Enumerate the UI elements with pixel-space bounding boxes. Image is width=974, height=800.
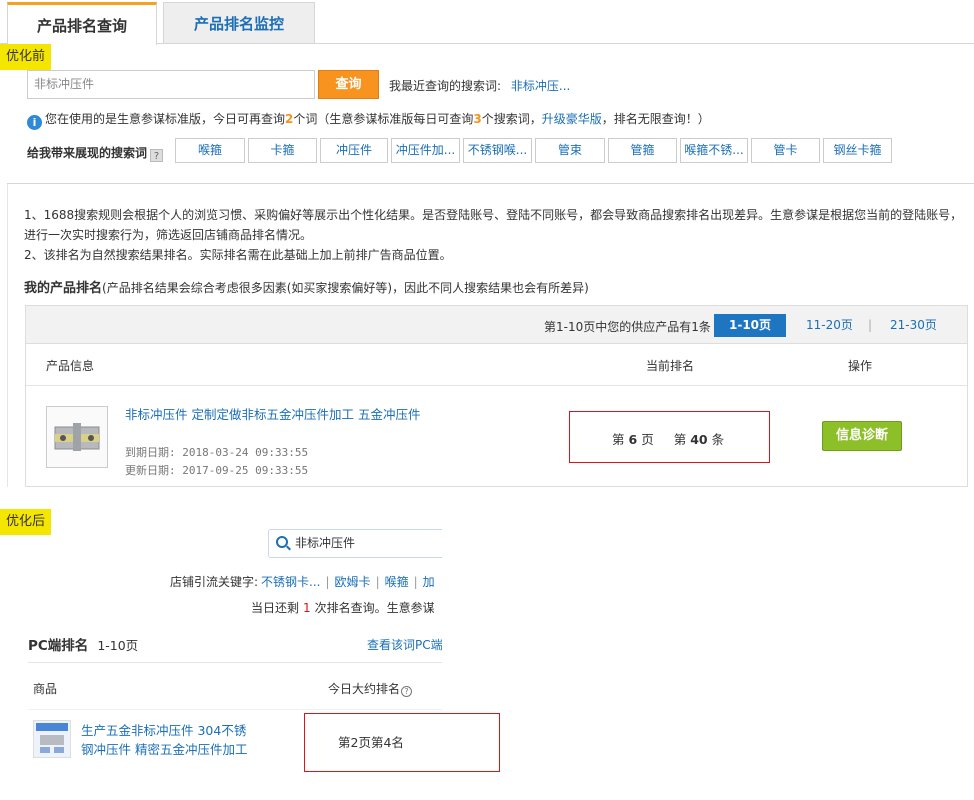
keyword-chip[interactable]: 管束 bbox=[535, 138, 605, 163]
before-tag: 优化前 bbox=[0, 44, 52, 70]
keyword-chip[interactable]: 管箍 bbox=[608, 138, 677, 163]
col-current-rank: 当前排名 bbox=[646, 359, 695, 373]
my-rank-title: 我的产品排名 bbox=[24, 281, 103, 296]
highlight-box-after bbox=[304, 713, 500, 772]
rank-table: 第1-10页中您的供应产品有1条 1-10页 11-20页 | 21-30页 产… bbox=[25, 305, 968, 487]
expire-label: 到期日期: bbox=[125, 446, 176, 459]
shop-keyword-link[interactable]: 加 bbox=[423, 575, 435, 589]
quota-text-3: 个搜索词， bbox=[481, 112, 542, 126]
rank-table-header: 产品信息 当前排名 操作 bbox=[26, 344, 967, 386]
product-title-line-1: 生产五金非标冲压件 304不锈 bbox=[81, 723, 247, 738]
info-icon: i bbox=[27, 115, 42, 130]
keyword-chip[interactable]: 喉箍 bbox=[175, 138, 245, 163]
quota-info: i 您在使用的是生意参谋标准版，今日可再查询2个词（生意参谋标准版每日可查询3个搜… bbox=[27, 110, 710, 130]
result-summary: 第1-10页中您的供应产品有1条 bbox=[544, 320, 711, 334]
view-pc-link[interactable]: 查看该词PC端 bbox=[367, 636, 442, 653]
shop-keyword-link[interactable]: 不锈钢卡... bbox=[261, 575, 320, 589]
tab-bar: 产品排名查询 产品排名监控 bbox=[0, 0, 974, 45]
product-title-after[interactable]: 生产五金非标冲压件 304不锈 钢冲压件 精密五金冲压件加工 bbox=[81, 721, 247, 759]
keywords-label: 给我带来展现的搜索词? bbox=[27, 144, 164, 162]
col-product-info: 产品信息 bbox=[46, 359, 95, 373]
search-input[interactable]: 非标冲压件 bbox=[27, 70, 315, 99]
page-21-30-link[interactable]: 21-30页 bbox=[890, 314, 937, 337]
keyword-chip[interactable]: 冲压件加... bbox=[391, 138, 460, 163]
divider bbox=[28, 709, 442, 710]
shop-keywords-label: 店铺引流关键字: bbox=[170, 575, 259, 589]
product-thumbnail-after[interactable] bbox=[33, 720, 71, 758]
col-today-rank-label: 今日大约排名 bbox=[328, 682, 401, 696]
note-1: 1、1688搜索规则会根据个人的浏览习惯、采购偏好等展示出个性化结果。是否登陆账… bbox=[24, 208, 963, 242]
quota-text-4: ，排名无限查询！） bbox=[601, 112, 710, 126]
kw-separator: | bbox=[375, 575, 380, 589]
quota-count-2: 3 bbox=[473, 112, 482, 126]
pc-rank-pages: 1-10页 bbox=[97, 638, 139, 653]
update-date: 更新日期: 2017-09-25 09:33:55 bbox=[125, 462, 308, 480]
col-today-rank: 今日大约排名? bbox=[328, 680, 413, 697]
search-button[interactable]: 查询 bbox=[318, 70, 379, 99]
keyword-chip[interactable]: 钢丝卡箍 bbox=[823, 138, 892, 163]
recent-label: 我最近查询的搜索词: bbox=[389, 79, 502, 93]
remain-prefix: 当日还剩 bbox=[251, 601, 300, 615]
keyword-chip[interactable]: 管卡 bbox=[751, 138, 820, 163]
kw-separator: | bbox=[325, 575, 330, 589]
shop-keywords: 店铺引流关键字: 不锈钢卡... | 欧姆卡 | 喉箍 | 加 bbox=[170, 573, 442, 590]
kw-separator: | bbox=[413, 575, 418, 589]
page-11-20-link[interactable]: 11-20页 bbox=[806, 314, 853, 337]
product-image-icon bbox=[36, 723, 68, 753]
expire-date: 到期日期: 2018-03-24 09:33:55 bbox=[125, 444, 308, 462]
diagnose-button[interactable]: 信息诊断 bbox=[822, 421, 902, 451]
expire-value: 2018-03-24 09:33:55 bbox=[182, 446, 309, 459]
remain-count: 1 bbox=[303, 601, 311, 615]
recent-search: 我最近查询的搜索词: 非标冲压... bbox=[389, 77, 570, 94]
search-input-after[interactable]: 非标冲压件 bbox=[268, 529, 442, 558]
product-title-line-2: 钢冲压件 精密五金冲压件加工 bbox=[81, 742, 248, 757]
rank-table-toolbar: 第1-10页中您的供应产品有1条 1-10页 11-20页 | 21-30页 bbox=[26, 306, 967, 344]
help-icon[interactable]: ? bbox=[401, 686, 413, 697]
shop-keyword-link[interactable]: 喉箍 bbox=[385, 575, 409, 589]
col-product: 商品 bbox=[33, 682, 58, 696]
pc-rank-title: PC端排名 bbox=[28, 638, 89, 654]
shop-keyword-link[interactable]: 欧姆卡 bbox=[335, 575, 371, 589]
keyword-chip[interactable]: 喉箍不锈... bbox=[680, 138, 748, 163]
my-rank-note: (产品排名结果会综合考虑很多因素(如买家搜索偏好等)，因此不同人搜索结果也会有所… bbox=[102, 281, 589, 295]
recent-keyword-link[interactable]: 非标冲压... bbox=[511, 79, 570, 93]
update-value: 2017-09-25 09:33:55 bbox=[182, 464, 309, 477]
product-title-link[interactable]: 非标冲压件 定制定做非标五金冲压件加工 五金冲压件 bbox=[125, 404, 420, 423]
keywords-label-text: 给我带来展现的搜索词 bbox=[27, 146, 148, 160]
keyword-chip[interactable]: 卡箍 bbox=[248, 138, 317, 163]
keyword-chip[interactable]: 冲压件 bbox=[320, 138, 388, 163]
tab-product-rank-monitor[interactable]: 产品排名监控 bbox=[163, 2, 315, 44]
upgrade-link[interactable]: 升级豪华版 bbox=[542, 112, 602, 126]
page-separator: | bbox=[868, 318, 873, 332]
pc-rank-heading: PC端排名 1-10页 bbox=[28, 634, 138, 654]
keyword-chip[interactable]: 不锈钢喉... bbox=[463, 138, 532, 163]
my-rank-heading: 我的产品排名(产品排名结果会综合考虑很多因素(如买家搜索偏好等)，因此不同人搜索… bbox=[24, 277, 589, 296]
tab-product-rank-query[interactable]: 产品排名查询 bbox=[7, 2, 157, 45]
remaining-queries: 当日还剩 1 次排名查询。生意参谋 bbox=[251, 599, 442, 616]
product-thumbnail[interactable] bbox=[46, 406, 108, 468]
quota-text: 您在使用的是生意参谋标准版，今日可再查询 bbox=[45, 112, 286, 126]
product-dates: 到期日期: 2018-03-24 09:33:55 更新日期: 2017-09-… bbox=[125, 444, 308, 480]
divider bbox=[28, 662, 442, 663]
metal-part-icon bbox=[54, 423, 100, 451]
note-2: 2、该排名为自然搜索结果排名。实际排名需在此基础上加上前排广告商品位置。 bbox=[24, 248, 452, 262]
remain-suffix: 次排名查询。生意参谋 bbox=[314, 601, 435, 615]
update-label: 更新日期: bbox=[125, 464, 176, 477]
page-1-10-button[interactable]: 1-10页 bbox=[714, 314, 786, 337]
highlight-box-before bbox=[569, 411, 770, 463]
after-tag: 优化后 bbox=[0, 509, 52, 535]
help-icon[interactable]: ? bbox=[150, 149, 164, 162]
quota-text-2: 个词（生意参谋标准版每日可查询 bbox=[293, 112, 474, 126]
col-action: 操作 bbox=[848, 359, 873, 373]
notes: 1、1688搜索规则会根据个人的浏览习惯、采购偏好等展示出个性化结果。是否登陆账… bbox=[24, 205, 969, 265]
